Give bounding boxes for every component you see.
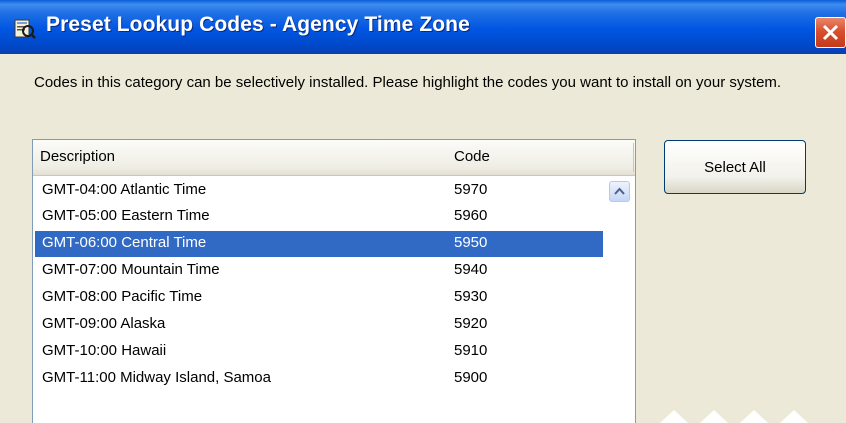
title-bar[interactable]: Preset Lookup Codes - Agency Time Zone xyxy=(0,0,846,54)
row-description: GMT-09:00 Alaska xyxy=(42,315,166,332)
lookup-book-icon xyxy=(14,18,36,40)
column-divider[interactable] xyxy=(633,143,634,172)
column-header-description[interactable]: Description xyxy=(40,148,115,165)
row-code: 5940 xyxy=(454,261,488,278)
scroll-up-button[interactable] xyxy=(609,181,630,202)
list-header: Description Code xyxy=(33,140,635,176)
row-code: 5960 xyxy=(454,207,488,224)
row-description: GMT-06:00 Central Time xyxy=(42,234,207,251)
row-description: GMT-04:00 Atlantic Time xyxy=(42,181,207,198)
list-item[interactable]: GMT-11:00 Midway Island, Samoa 5900 xyxy=(35,366,603,392)
list-item[interactable]: GMT-09:00 Alaska 5920 xyxy=(35,312,603,338)
row-description: GMT-11:00 Midway Island, Samoa xyxy=(42,369,271,386)
list-item[interactable]: GMT-10:00 Hawaii 5910 xyxy=(35,339,603,365)
list-item[interactable]: GMT-04:00 Atlantic Time 5970 xyxy=(35,178,603,204)
row-code: 5970 xyxy=(454,181,488,198)
column-header-code[interactable]: Code xyxy=(454,148,490,165)
row-description: GMT-05:00 Eastern Time xyxy=(42,207,210,224)
row-code: 5950 xyxy=(454,234,488,251)
list-item[interactable]: GMT-07:00 Mountain Time 5940 xyxy=(35,258,603,284)
list-item-selected[interactable]: GMT-06:00 Central Time 5950 xyxy=(35,231,603,257)
row-code: 5900 xyxy=(454,369,488,386)
dialog-window: Preset Lookup Codes - Agency Time Zone C… xyxy=(0,0,846,423)
codes-list[interactable]: Description Code GMT-04:00 Atlantic Time… xyxy=(32,139,636,423)
background-pattern xyxy=(660,410,808,423)
instructions-text: Codes in this category can be selectivel… xyxy=(34,74,782,91)
list-item[interactable]: GMT-05:00 Eastern Time 5960 xyxy=(35,204,603,230)
window-title: Preset Lookup Codes - Agency Time Zone xyxy=(46,13,470,36)
list-item[interactable]: GMT-08:00 Pacific Time 5930 xyxy=(35,285,603,311)
row-description: GMT-10:00 Hawaii xyxy=(42,342,167,359)
select-all-button[interactable]: Select All xyxy=(664,140,806,194)
row-code: 5930 xyxy=(454,288,488,305)
row-code: 5910 xyxy=(454,342,488,359)
row-code: 5920 xyxy=(454,315,488,332)
row-description: GMT-07:00 Mountain Time xyxy=(42,261,220,278)
close-button[interactable] xyxy=(815,17,846,48)
row-description: GMT-08:00 Pacific Time xyxy=(42,288,203,305)
